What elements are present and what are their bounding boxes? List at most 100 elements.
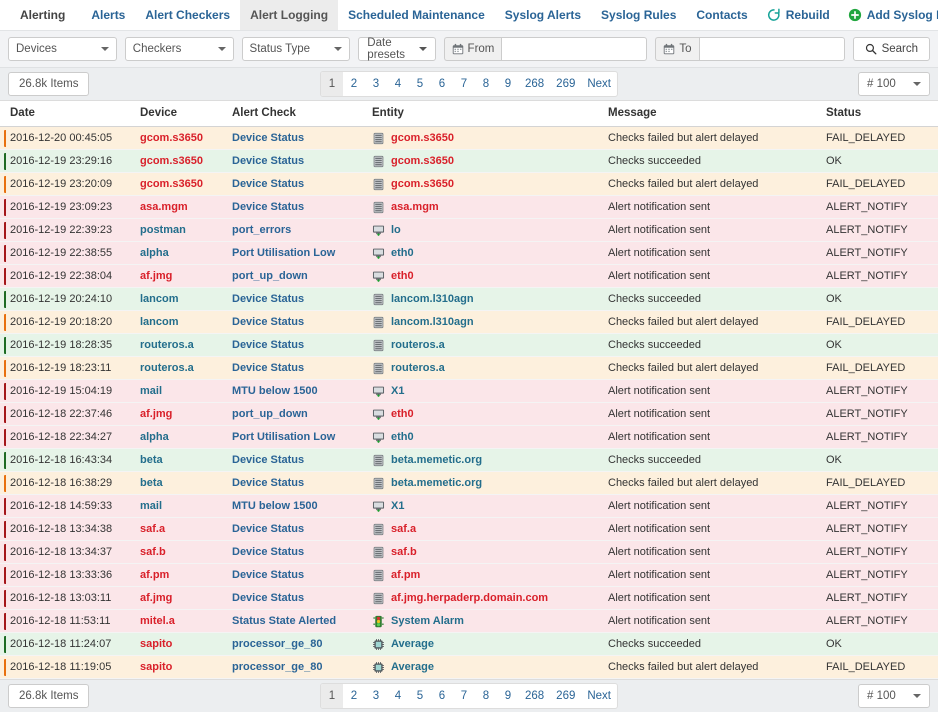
page-link-4[interactable]: 4	[387, 72, 409, 96]
cell-device-text[interactable]: postman	[140, 224, 186, 236]
page-link-268[interactable]: 268	[519, 72, 550, 96]
col-entity[interactable]: Entity	[368, 101, 604, 127]
table-row[interactable]: 2016-12-19 15:04:19 mail MTU below 1500 X1 A…	[0, 379, 938, 403]
cell-alert-check-text[interactable]: Port Utilisation Low	[232, 247, 335, 259]
cell-alert-check-text[interactable]: Device Status	[232, 155, 304, 167]
cell-alert-check-text[interactable]: processor_ge_80	[232, 661, 323, 673]
cell-alert-check-text[interactable]: Device Status	[232, 569, 304, 581]
table-row[interactable]: 2016-12-19 23:09:23 asa.mgm Device Status a…	[0, 195, 938, 219]
cell-device-text[interactable]: saf.a	[140, 523, 165, 535]
col-status[interactable]: Status	[822, 101, 934, 127]
nav-item-alerts[interactable]: Alerts	[81, 0, 135, 30]
page-link-4[interactable]: 4	[387, 684, 409, 708]
cell-alert-check-text[interactable]: MTU below 1500	[232, 500, 318, 512]
cell-entity-text[interactable]: eth0	[391, 270, 414, 282]
cell-device-text[interactable]: mitel.a	[140, 615, 175, 627]
cell-device-text[interactable]: af.jmg	[140, 592, 172, 604]
cell-entity-text[interactable]: af.pm	[391, 569, 420, 581]
cell-alert-check-text[interactable]: Device Status	[232, 178, 304, 190]
table-row[interactable]: 2016-12-18 11:53:11 mitel.a Status State A…	[0, 609, 938, 633]
page-link-next[interactable]: Next	[581, 72, 617, 96]
cell-entity-text[interactable]: eth0	[391, 431, 414, 443]
page-link-268[interactable]: 268	[519, 684, 550, 708]
cell-device-text[interactable]: sapito	[140, 661, 172, 673]
per-page-select-top[interactable]: # 100	[858, 72, 930, 96]
page-link-269[interactable]: 269	[550, 72, 581, 96]
nav-item-alert-checkers[interactable]: Alert Checkers	[135, 0, 240, 30]
cell-device-text[interactable]: af.jmg	[140, 270, 172, 282]
date-presets-dropdown[interactable]: Date presets	[358, 37, 436, 61]
col-device[interactable]: Device	[136, 101, 228, 127]
cell-alert-check-text[interactable]: Device Status	[232, 293, 304, 305]
cell-entity-text[interactable]: lancom.l310agn	[391, 316, 474, 328]
cell-entity-text[interactable]: System Alarm	[391, 615, 464, 627]
cell-entity-text[interactable]: lancom.l310agn	[391, 293, 474, 305]
cell-device-text[interactable]: mail	[140, 500, 162, 512]
cell-alert-check-text[interactable]: processor_ge_80	[232, 638, 323, 650]
nav-brand[interactable]: Alerting	[6, 0, 81, 30]
cell-device-text[interactable]: asa.mgm	[140, 201, 188, 213]
table-row[interactable]: 2016-12-19 22:38:04 af.jmg port_up_down eth…	[0, 264, 938, 288]
date-to-input[interactable]	[698, 37, 845, 61]
cell-device-text[interactable]: lancom	[140, 293, 179, 305]
page-link-6[interactable]: 6	[431, 684, 453, 708]
cell-entity-text[interactable]: Average	[391, 638, 434, 650]
cell-alert-check-text[interactable]: Device Status	[232, 546, 304, 558]
table-row[interactable]: 2016-12-18 13:34:37 saf.b Device Status saf…	[0, 540, 938, 564]
cell-entity-text[interactable]: X1	[391, 385, 404, 397]
cell-entity-text[interactable]: saf.a	[391, 523, 416, 535]
cell-alert-check-text[interactable]: port_up_down	[232, 270, 308, 282]
cell-entity-text[interactable]: gcom.s3650	[391, 132, 454, 144]
page-link-9[interactable]: 9	[497, 72, 519, 96]
cell-entity-text[interactable]: beta.memetic.org	[391, 454, 482, 466]
cell-entity-text[interactable]: gcom.s3650	[391, 155, 454, 167]
cell-alert-check-text[interactable]: port_up_down	[232, 408, 308, 420]
page-link-next[interactable]: Next	[581, 684, 617, 708]
table-row[interactable]: 2016-12-19 23:29:16 gcom.s3650 Device Stat…	[0, 149, 938, 173]
table-row[interactable]: 2016-12-18 13:33:36 af.pm Device Status af.…	[0, 563, 938, 587]
cell-device-text[interactable]: alpha	[140, 431, 169, 443]
cell-alert-check-text[interactable]: Device Status	[232, 316, 304, 328]
page-link-2[interactable]: 2	[343, 684, 365, 708]
table-row[interactable]: 2016-12-19 18:23:11 routeros.a Device Stat…	[0, 356, 938, 380]
table-row[interactable]: 2016-12-18 11:24:07 sapito processor_ge_80…	[0, 632, 938, 656]
table-row[interactable]: 2016-12-18 14:59:33 mail MTU below 1500 X1 A…	[0, 494, 938, 518]
cell-entity-text[interactable]: eth0	[391, 247, 414, 259]
page-link-9[interactable]: 9	[497, 684, 519, 708]
table-row[interactable]: 2016-12-19 23:20:09 gcom.s3650 Device Stat…	[0, 172, 938, 196]
page-link-5[interactable]: 5	[409, 684, 431, 708]
cell-alert-check-text[interactable]: Device Status	[232, 339, 304, 351]
page-link-6[interactable]: 6	[431, 72, 453, 96]
table-row[interactable]: 2016-12-19 20:24:10 lancom Device Status la…	[0, 287, 938, 311]
cell-device-text[interactable]: routeros.a	[140, 362, 194, 374]
search-button[interactable]: Search	[852, 37, 930, 61]
table-row[interactable]: 2016-12-19 22:39:23 postman port_errors lo A…	[0, 218, 938, 242]
cell-device-text[interactable]: af.jmg	[140, 408, 172, 420]
cell-device-text[interactable]: gcom.s3650	[140, 132, 203, 144]
cell-device-text[interactable]: mail	[140, 385, 162, 397]
page-link-7[interactable]: 7	[453, 684, 475, 708]
table-row[interactable]: 2016-12-20 00:45:05 gcom.s3650 Device Stat…	[0, 126, 938, 150]
table-row[interactable]: 2016-12-18 16:43:34 beta Device Status beta…	[0, 448, 938, 472]
cell-device-text[interactable]: lancom	[140, 316, 179, 328]
table-row[interactable]: 2016-12-18 13:03:11 af.jmg Device Status af…	[0, 586, 938, 610]
col-alert-check[interactable]: Alert Check	[228, 101, 368, 127]
date-from-input[interactable]	[501, 37, 648, 61]
add-syslog-rule-button[interactable]: Add Syslog Rule	[839, 8, 938, 22]
cell-entity-text[interactable]: asa.mgm	[391, 201, 439, 213]
checkers-filter-select[interactable]: Checkers	[124, 37, 234, 61]
cell-entity-text[interactable]: gcom.s3650	[391, 178, 454, 190]
cell-entity-text[interactable]: X1	[391, 500, 404, 512]
cell-entity-text[interactable]: routeros.a	[391, 339, 445, 351]
cell-device-text[interactable]: gcom.s3650	[140, 178, 203, 190]
cell-alert-check-text[interactable]: Device Status	[232, 201, 304, 213]
cell-entity-text[interactable]: Average	[391, 661, 434, 673]
cell-alert-check-text[interactable]: Device Status	[232, 592, 304, 604]
date-from-addon[interactable]: From	[443, 37, 502, 61]
cell-entity-text[interactable]: eth0	[391, 408, 414, 420]
cell-device-text[interactable]: sapito	[140, 638, 172, 650]
page-link-7[interactable]: 7	[453, 72, 475, 96]
devices-filter-select[interactable]: Devices	[8, 37, 117, 61]
cell-entity-text[interactable]: lo	[391, 224, 401, 236]
page-link-5[interactable]: 5	[409, 72, 431, 96]
